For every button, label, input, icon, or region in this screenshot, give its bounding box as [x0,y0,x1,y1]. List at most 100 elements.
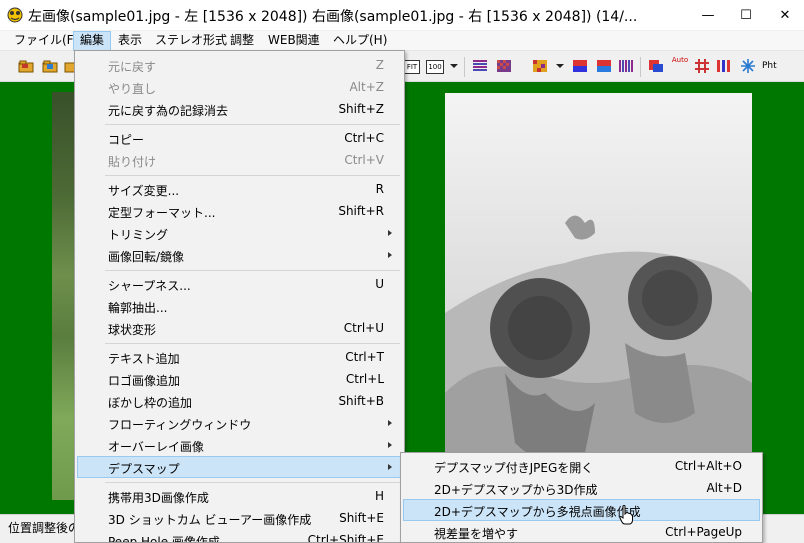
menu-item-rotate-mirror[interactable]: 画像回転/鏡像 [77,244,402,266]
menu-item-label: サイズ変更... [108,184,180,198]
auto-adjust-button[interactable]: Auto [670,55,690,77]
menu-separator [105,124,400,125]
menu-item-edge-detect[interactable]: 輪郭抽出... [77,295,402,317]
menu-item-shortcut: Shift+R [338,204,384,218]
submenu-item-create-3d[interactable]: 2D+デプスマップから3D作成 Alt+D [403,477,760,499]
split-bottom-top-icon[interactable] [596,58,612,74]
menu-item-redo[interactable]: やり直し Alt+Z [77,76,402,98]
title-bar[interactable]: 左画像(sample01.jpg - 左 [1536 x 2048]) 右画像(… [0,0,804,31]
menu-item-depth-map[interactable]: デプスマップ [77,456,402,478]
fit-button[interactable]: FIT [404,60,420,74]
zoom-dropdown-arrow[interactable] [450,64,458,68]
app-icon[interactable] [6,6,24,24]
menu-item-label: シャープネス... [108,279,191,293]
mouse-cursor-icon [619,505,633,525]
menu-item-label: デプスマップ付きJPEGを開く [434,461,594,475]
maximize-button[interactable]: ☐ [728,0,764,30]
menu-item-shortcut: Alt+Z [349,80,384,94]
menu-item-shortcut: Shift+Z [338,102,384,116]
menu-item-mobile-3d[interactable]: 携帯用3D画像作成 H [77,485,402,507]
menu-web[interactable]: WEB関連 [262,31,326,51]
snowflake-icon[interactable] [740,58,756,74]
menu-item-shortcut: Ctrl+V [344,153,384,167]
menu-edit[interactable]: 編集 [73,31,112,51]
menu-item-label: 2D+デプスマップから3D作成 [434,483,598,497]
left-image-photo [52,92,76,500]
menu-item-label: 画像回転/鏡像 [108,250,185,264]
interlace-vertical-icon[interactable] [618,58,634,74]
menu-item-add-blur-frame[interactable]: ぼかし枠の追加 Shift+B [77,390,402,412]
mosaic-dropdown-arrow[interactable] [556,64,564,68]
edit-menu-dropdown: 元に戻す Z やり直し Alt+Z 元に戻す為の記録消去 Shift+Z コピー… [74,50,405,543]
menu-item-shortcut: Shift+B [338,394,384,408]
menu-item-shortcut: H [374,489,384,503]
submenu-arrow-icon [388,230,392,236]
menu-item-label: 元に戻す [108,60,157,74]
menu-help[interactable]: ヘルプ(H) [327,31,393,51]
zoom-100-button[interactable]: 100 [426,60,444,74]
menu-view[interactable]: 表示 [112,31,148,51]
menu-item-label: 携帯用3D画像作成 [108,491,209,505]
menu-item-trimming[interactable]: トリミング [77,222,402,244]
menu-item-add-text[interactable]: テキスト追加 Ctrl+T [77,346,402,368]
menu-item-label: オーバーレイ画像 [108,440,204,454]
menu-item-clear-undo-history[interactable]: 元に戻す為の記録消去 Shift+Z [77,98,402,120]
menu-item-label: 視差量を増やす [434,527,519,541]
menu-item-shortcut: Z [375,58,384,72]
menu-item-shortcut: Ctrl+Shift+E [307,533,384,543]
close-button[interactable]: ✕ [766,0,804,30]
menu-item-floating-window[interactable]: フローティングウィンドウ [77,412,402,434]
menu-item-label: 輪郭抽出... [108,301,168,315]
menu-item-sharpness[interactable]: シャープネス... U [77,273,402,295]
mosaic-icon[interactable] [532,58,548,74]
menu-item-spherize[interactable]: 球状変形 Ctrl+U [77,317,402,339]
submenu-item-create-multiview[interactable]: 2D+デプスマップから多視点画像作成 [403,499,760,521]
depth-map-graphic [445,93,752,514]
menu-separator [105,175,400,176]
interlace-horizontal-icon[interactable] [472,58,488,74]
menu-item-label: 貼り付け [108,155,157,169]
menu-item-label: テキスト追加 [108,352,180,366]
minimize-button[interactable]: — [690,0,726,30]
menu-item-resize[interactable]: サイズ変更... R [77,178,402,200]
menu-item-shortcut: R [375,182,384,196]
checkerboard-icon[interactable] [496,58,512,74]
menu-item-add-logo[interactable]: ロゴ画像追加 Ctrl+L [77,368,402,390]
menu-item-peep-hole[interactable]: Peep Hole 画像作成 Ctrl+Shift+E [77,529,402,543]
menu-item-label: フローティングウィンドウ [108,418,252,432]
menu-item-shortcut: U [375,277,384,291]
menu-separator [105,482,400,483]
menu-item-label: ロゴ画像追加 [108,374,181,388]
menu-separator [105,343,400,344]
menu-item-shortcut: Ctrl+PageUp [665,525,742,539]
open-folder-alt-icon[interactable] [42,58,58,74]
submenu-arrow-icon [388,252,392,258]
menu-item-label: 球状変形 [108,323,157,337]
split-top-bottom-icon[interactable] [572,58,588,74]
menu-item-label: 2D+デプスマップから多視点画像作成 [434,505,641,519]
menu-item-label: Peep Hole 画像作成 [108,535,220,543]
window-title: 左画像(sample01.jpg - 左 [1536 x 2048]) 右画像(… [28,9,638,25]
menu-item-preset-format[interactable]: 定型フォーマット... Shift+R [77,200,402,222]
menu-item-shortcut: Ctrl+Alt+O [674,459,742,473]
grid-hash-icon[interactable] [694,58,710,74]
columns-icon[interactable] [716,58,732,74]
submenu-arrow-icon [388,420,392,426]
menu-stereo-format[interactable]: ステレオ形式 [149,31,233,51]
menu-item-shortcut: Ctrl+U [343,321,384,335]
menu-item-label: コピー [108,133,145,147]
menu-item-label: 3D ショットカム ビューアー画像作成 [108,513,312,527]
menu-item-copy[interactable]: コピー Ctrl+C [77,127,402,149]
pht-button[interactable]: Pht [762,58,782,74]
menu-item-overlay-image[interactable]: オーバーレイ画像 [77,434,402,456]
menu-item-label: トリミング [108,228,169,242]
menu-item-paste[interactable]: 貼り付け Ctrl+V [77,149,402,171]
menu-item-label: 定型フォーマット... [108,206,216,220]
menu-adjust[interactable]: 調整 [224,31,260,51]
menu-item-shotcam-viewer[interactable]: 3D ショットカム ビューアー画像作成 Shift+E [77,507,402,529]
anaglyph-icon[interactable] [648,58,664,74]
submenu-item-open-depth-jpeg[interactable]: デプスマップ付きJPEGを開く Ctrl+Alt+O [403,455,760,477]
open-folder-icon[interactable] [18,58,34,74]
menu-item-undo[interactable]: 元に戻す Z [77,54,402,76]
submenu-item-increase-parallax[interactable]: 視差量を増やす Ctrl+PageUp [403,521,760,542]
